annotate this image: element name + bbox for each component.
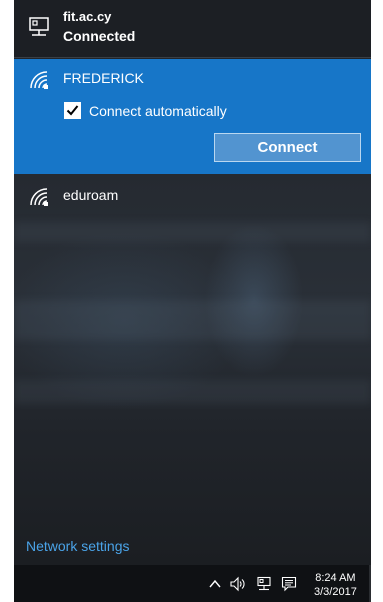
connect-button[interactable]: Connect [214,133,361,162]
network-ssid: eduroam [63,187,119,203]
network-item-frederick[interactable]: FREDERICK Connect automatically Connect [14,59,371,174]
background-blur-band [14,380,371,404]
checkmark-icon [66,105,79,116]
chevron-up-icon[interactable] [207,576,223,592]
clock-time: 8:24 AM [315,572,356,584]
taskbar: 8:24 AM 3/3/2017 [14,565,371,602]
connect-automatically-checkbox[interactable] [64,102,81,119]
network-item-eduroam[interactable]: eduroam [14,174,371,220]
background-blur-band [14,300,371,340]
wifi-icon [28,186,50,208]
action-center-icon[interactable] [281,576,297,592]
wifi-icon [28,69,50,91]
show-desktop-divider[interactable] [369,565,371,602]
ethernet-icon [27,15,51,39]
connected-network-item[interactable]: fit.ac.cy Connected [14,0,371,58]
network-settings-link[interactable]: Network settings [26,538,129,554]
clock-date: 3/3/2017 [314,586,357,598]
background-blur-band [14,222,371,242]
network-icon[interactable] [256,576,272,592]
volume-icon[interactable] [230,576,246,592]
connected-network-status: Connected [63,28,136,44]
taskbar-clock[interactable]: 8:24 AM 3/3/2017 [314,571,357,599]
network-ssid: FREDERICK [63,70,144,86]
connect-automatically-label[interactable]: Connect automatically [89,103,227,119]
network-flyout: fit.ac.cy Connected FREDERICK Connect au… [14,0,371,565]
connected-network-ssid: fit.ac.cy [63,9,112,24]
